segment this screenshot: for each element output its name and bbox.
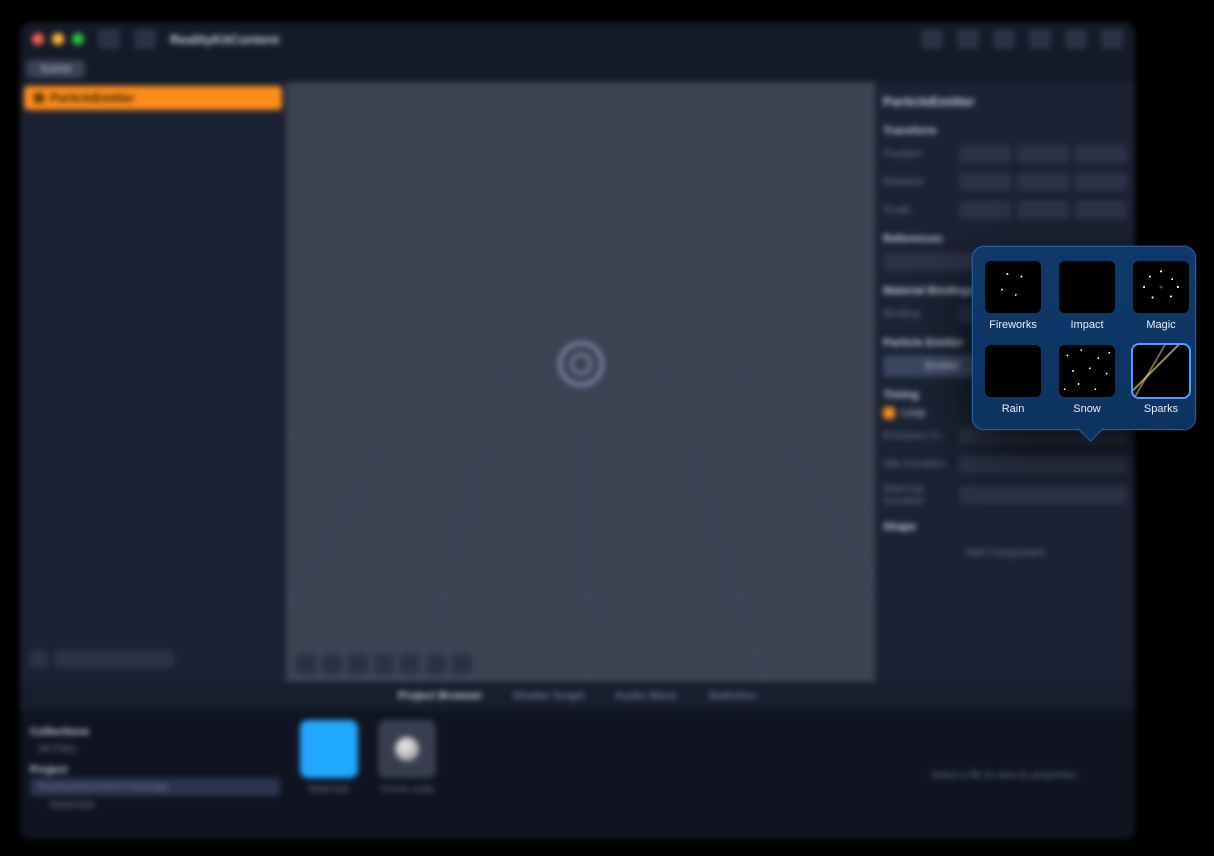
toolbar-button[interactable] — [993, 29, 1015, 49]
preset-label: Sparks — [1144, 403, 1178, 415]
viewport-tool-button[interactable] — [426, 654, 446, 674]
scale-field[interactable] — [1075, 201, 1127, 219]
preset-label: Impact — [1070, 319, 1103, 331]
viewport-tool-button[interactable] — [374, 654, 394, 674]
folder-icon — [300, 720, 358, 778]
project-header: Project — [30, 764, 280, 776]
asset-item[interactable]: Scene.usda — [378, 720, 436, 795]
rotation-label: Rotation — [883, 176, 953, 188]
toolbar-button[interactable] — [1101, 29, 1123, 49]
inspector-entity-name: ParticleEmitter — [883, 90, 1127, 113]
hierarchy-sidebar: ParticleEmitter — [20, 82, 286, 682]
tab-shader-graph[interactable]: Shader Graph — [512, 690, 585, 702]
preset-magic[interactable]: Magic — [1131, 259, 1191, 333]
transform-section-title: Transform — [883, 125, 1127, 137]
warmup-duration-field[interactable] — [959, 486, 1127, 504]
asset-item[interactable]: Materials — [300, 720, 358, 795]
rotation-field[interactable] — [1017, 173, 1069, 191]
rotation-field[interactable] — [959, 173, 1011, 191]
position-field[interactable] — [1075, 145, 1127, 163]
binding-label: Binding — [883, 308, 953, 320]
tab-project-browser[interactable]: Project Browser — [398, 690, 482, 702]
tab-audio-mixer[interactable]: Audio Mixer — [615, 690, 678, 702]
asset-label: Scene.usda — [381, 784, 434, 795]
asset-label: Materials — [309, 784, 350, 795]
viewport-tool-button[interactable] — [452, 654, 472, 674]
preset-label: Snow — [1073, 403, 1101, 415]
references-section-title: References — [883, 233, 1127, 245]
preset-label: Magic — [1146, 319, 1175, 331]
magic-icon — [1133, 261, 1189, 313]
window-title: RealityKitContent — [170, 32, 279, 47]
hierarchy-footer — [30, 650, 174, 668]
bottom-panel: Project Browser Shader Graph Audio Mixer… — [20, 682, 1135, 840]
preset-snow[interactable]: Snow — [1057, 343, 1117, 417]
position-field[interactable] — [1017, 145, 1069, 163]
idle-duration-label: Idle Duration — [883, 458, 953, 470]
preset-fireworks[interactable]: Fireworks — [983, 259, 1043, 333]
warmup-duration-label: Warmup Duration — [883, 483, 953, 507]
grid-floor — [286, 349, 875, 682]
scale-field[interactable] — [1017, 201, 1069, 219]
preset-label: Rain — [1002, 403, 1025, 415]
materials-row[interactable]: Materials — [30, 796, 280, 814]
bottom-tabs: Project Browser Shader Graph Audio Mixer… — [20, 682, 1135, 710]
idle-duration-field[interactable] — [959, 455, 1127, 473]
toolbar-button[interactable] — [1029, 29, 1051, 49]
preset-rain[interactable]: Rain — [983, 343, 1043, 417]
entity-gizmo-icon[interactable] — [558, 341, 604, 387]
minimize-window-icon[interactable] — [52, 33, 64, 45]
toolbar-button[interactable] — [1065, 29, 1087, 49]
tab-row: Scene — [20, 56, 1135, 82]
preset-impact[interactable]: Impact — [1057, 259, 1117, 333]
add-entity-button[interactable] — [30, 650, 48, 668]
viewport-toolbar — [296, 654, 472, 674]
scene-tab[interactable]: Scene — [26, 60, 85, 78]
app-window: RealityKitContent Scene ParticleEmitter — [20, 22, 1135, 840]
hierarchy-filter-field[interactable] — [54, 650, 174, 668]
impact-icon — [1059, 261, 1115, 313]
all-files-row[interactable]: All Files — [30, 740, 280, 758]
position-field[interactable] — [959, 145, 1011, 163]
rain-icon — [985, 345, 1041, 397]
position-label: Position — [883, 148, 953, 160]
close-window-icon[interactable] — [32, 33, 44, 45]
asset-info: Select a file to view its properties. — [875, 710, 1135, 840]
add-component-button[interactable]: Add Component — [883, 547, 1127, 559]
titlebar: RealityKitContent — [20, 22, 1135, 56]
loop-label: Loop — [901, 407, 925, 419]
viewport-3d[interactable] — [286, 82, 875, 682]
hierarchy-item-selected[interactable]: ParticleEmitter — [24, 86, 282, 110]
scene-icon — [378, 720, 436, 778]
emission-duration-label: Emission D... — [883, 430, 953, 442]
toolbar-button[interactable] — [921, 29, 943, 49]
viewport-tool-button[interactable] — [348, 654, 368, 674]
viewport-tool-button[interactable] — [400, 654, 420, 674]
preset-label: Fireworks — [989, 319, 1037, 331]
zoom-window-icon[interactable] — [72, 33, 84, 45]
shape-title: Shape — [883, 521, 1127, 533]
toolbar-button[interactable] — [98, 29, 120, 49]
scale-label: Scale — [883, 204, 953, 216]
traffic-lights — [32, 33, 84, 45]
project-tree: Collections All Files Project RealityKit… — [20, 710, 290, 840]
preset-sparks[interactable]: Sparks — [1131, 343, 1191, 417]
viewport-tool-button[interactable] — [322, 654, 342, 674]
snow-icon — [1059, 345, 1115, 397]
asset-grid: Materials Scene.usda — [290, 710, 875, 840]
particle-preset-popover: Fireworks Impact Magic Rain Snow Sparks — [972, 246, 1196, 430]
toolbar-button[interactable] — [957, 29, 979, 49]
toolbar-button[interactable] — [134, 29, 156, 49]
project-root-row[interactable]: RealityKitContent Package — [30, 778, 280, 796]
fireworks-icon — [985, 261, 1041, 313]
tab-statistics[interactable]: Statistics — [708, 690, 757, 702]
scale-field[interactable] — [959, 201, 1011, 219]
viewport-tool-button[interactable] — [296, 654, 316, 674]
rotation-field[interactable] — [1075, 173, 1127, 191]
collections-header: Collections — [30, 726, 280, 738]
sparks-icon — [1133, 345, 1189, 397]
